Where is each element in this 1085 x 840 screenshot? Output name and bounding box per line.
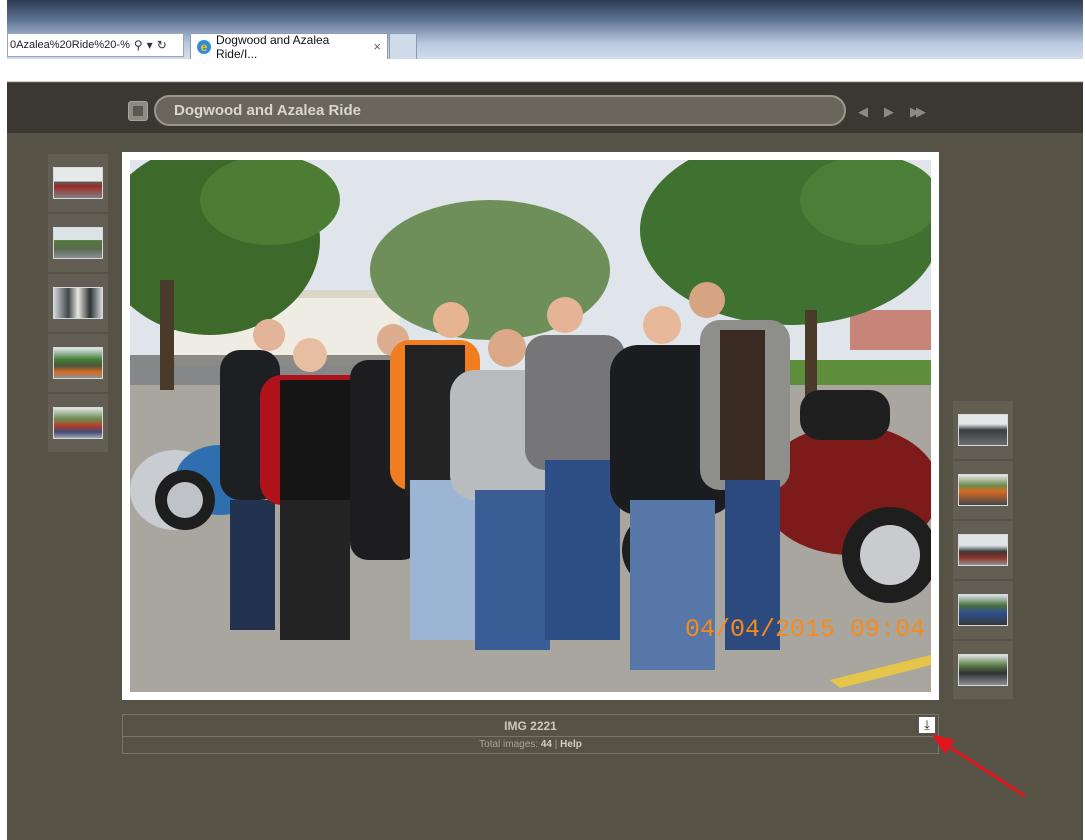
thumbnail[interactable] — [48, 394, 108, 452]
dropdown-icon[interactable]: ▾ — [147, 38, 153, 52]
thumbnail-image — [958, 654, 1008, 686]
group-photo-illustration — [130, 160, 931, 692]
thumbnail-image — [53, 407, 103, 439]
thumbnail[interactable] — [953, 461, 1013, 519]
previous-arrow-icon[interactable]: ◀ — [858, 104, 868, 120]
thumbnail[interactable] — [48, 214, 108, 272]
thumbnail-image — [53, 167, 103, 199]
thumbnail[interactable] — [48, 154, 108, 212]
gallery-title: Dogwood and Azalea Ride — [154, 95, 846, 126]
browser-tab-active[interactable]: e Dogwood and Azalea Ride/I... × — [190, 32, 388, 61]
album-index-icon[interactable] — [128, 101, 148, 121]
thumbnail-image — [53, 227, 103, 259]
address-text: 0Azalea%20Ride%20-% — [10, 39, 130, 51]
thumbnail[interactable] — [953, 581, 1013, 639]
thumbnail[interactable] — [48, 334, 108, 392]
thumbnail-image — [958, 414, 1008, 446]
main-photo[interactable]: 04/04/2015 09:04 — [130, 160, 931, 692]
tab-title: Dogwood and Azalea Ride/I... — [215, 32, 330, 61]
thumbnail-image — [958, 594, 1008, 626]
thumbnail[interactable] — [953, 641, 1013, 699]
next-arrow-icon[interactable]: ▶ — [884, 104, 894, 120]
total-images-count: 44 — [540, 739, 552, 750]
thumbnail[interactable] — [48, 274, 108, 332]
thumbnail[interactable] — [953, 521, 1013, 579]
thumbnail-image — [53, 287, 103, 319]
refresh-icon[interactable]: ↻ — [157, 38, 167, 52]
thumbnail-image — [958, 474, 1008, 506]
image-stats: Total images: 44 | Help — [123, 737, 938, 753]
photo-date-stamp: 04/04/2015 09:04 — [685, 615, 926, 644]
new-tab-button[interactable] — [389, 33, 417, 59]
browser-toolbar — [7, 59, 1083, 82]
image-info-box: IMG 2221 Total images: 44 | Help — [122, 714, 939, 754]
total-images-label: Total images: — [479, 739, 539, 750]
address-bar[interactable]: 0Azalea%20Ride%20-% ⚲ ▾ ↻ — [7, 33, 184, 57]
separator: | — [554, 739, 558, 750]
window-edge-left — [0, 0, 7, 840]
image-name: IMG 2221 — [123, 715, 938, 737]
ie-icon: e — [197, 39, 211, 54]
annotation-arrow-icon — [931, 734, 1026, 798]
thumbnail[interactable] — [953, 401, 1013, 459]
slideshow-icon[interactable]: ▶▶ — [910, 104, 926, 120]
thumbnail-image — [53, 347, 103, 379]
tab-close-icon[interactable]: × — [373, 39, 381, 54]
search-icon[interactable]: ⚲ — [134, 38, 143, 52]
help-link[interactable]: Help — [560, 739, 582, 750]
thumbnail-image — [958, 534, 1008, 566]
